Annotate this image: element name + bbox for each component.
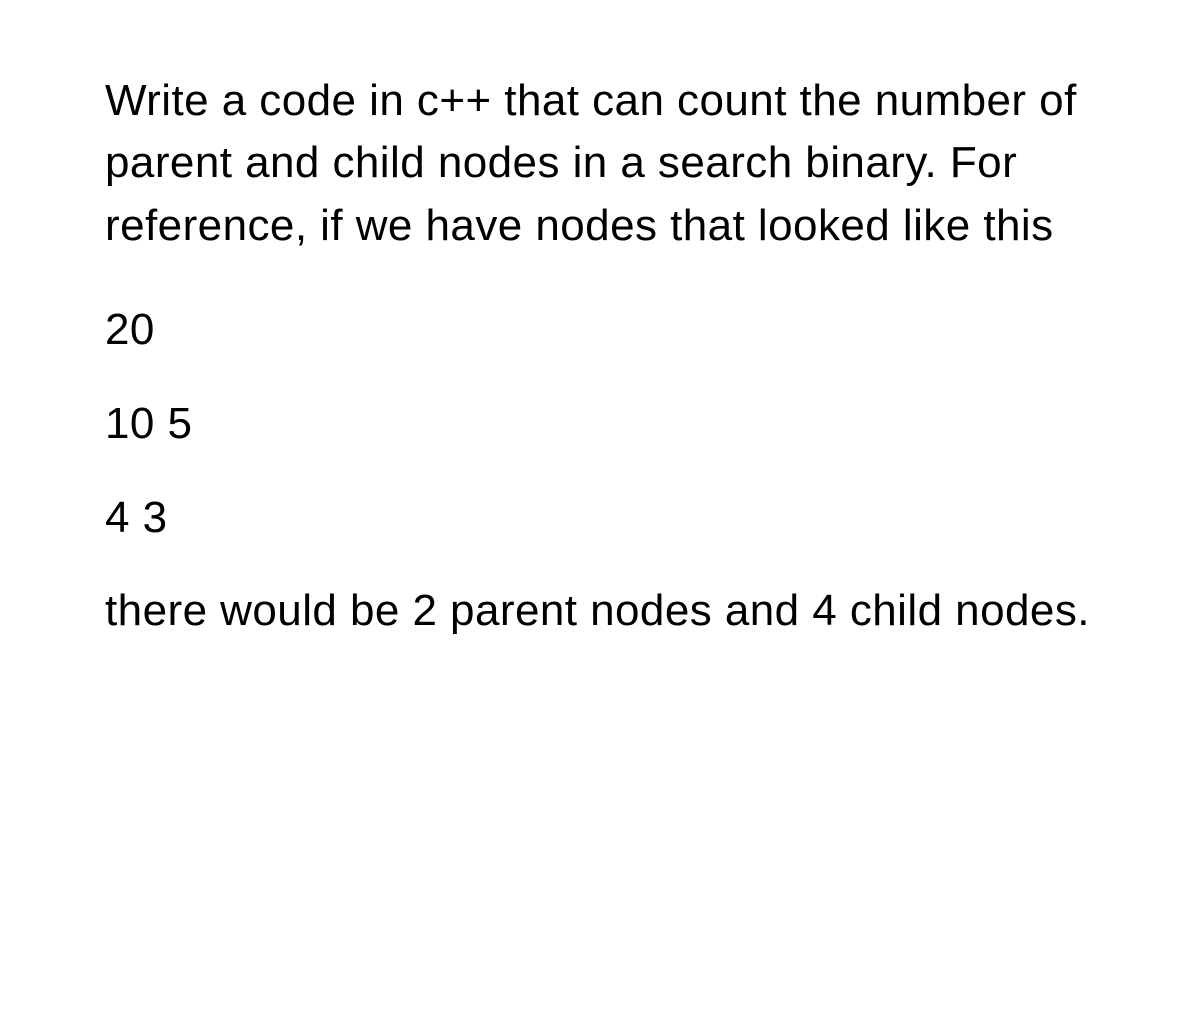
tree-data-line-1: 20 [105, 299, 1095, 361]
question-conclusion-text: there would be 2 parent nodes and 4 chil… [105, 580, 1095, 642]
tree-data-line-2: 10 5 [105, 393, 1095, 455]
tree-data-line-3: 4 3 [105, 487, 1095, 549]
question-intro-text: Write a code in c++ that can count the n… [105, 70, 1095, 257]
